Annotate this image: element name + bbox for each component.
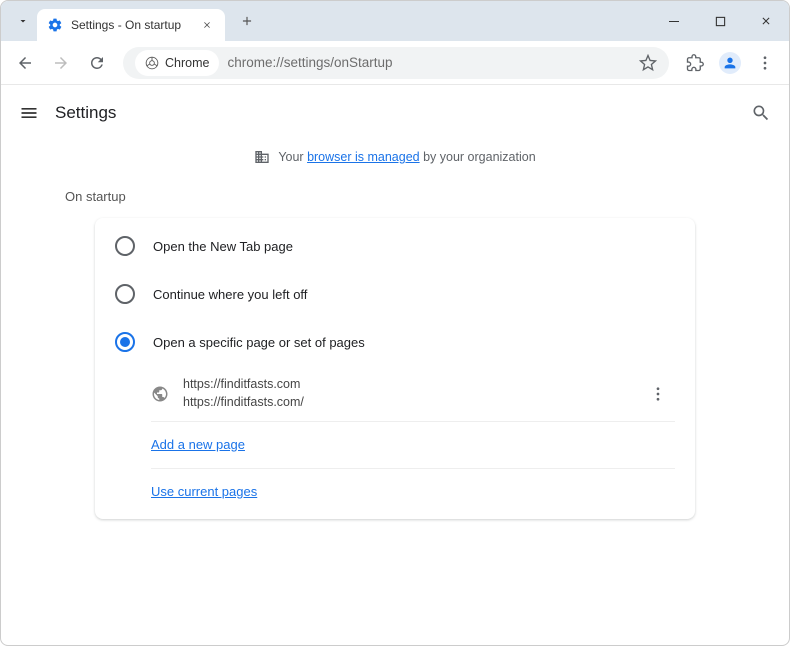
- reload-button[interactable]: [81, 47, 113, 79]
- menu-button[interactable]: [749, 47, 781, 79]
- radio-button[interactable]: [115, 236, 135, 256]
- page-url-text: https://finditfasts.com/: [183, 394, 627, 412]
- tab-title: Settings - On startup: [71, 18, 191, 32]
- radio-label: Open the New Tab page: [153, 239, 293, 254]
- address-bar[interactable]: Chrome chrome://settings/onStartup: [123, 47, 669, 79]
- add-page-link[interactable]: Add a new page: [151, 437, 245, 452]
- extensions-icon: [686, 54, 704, 72]
- chip-label: Chrome: [165, 56, 209, 70]
- search-button[interactable]: [751, 103, 771, 123]
- window-controls: [651, 1, 789, 41]
- startup-page-row: https://finditfasts.com https://finditfa…: [151, 366, 675, 422]
- add-page-row: Add a new page: [151, 422, 675, 469]
- plus-icon: [240, 14, 254, 28]
- browser-tab[interactable]: Settings - On startup: [37, 9, 225, 41]
- forward-button[interactable]: [45, 47, 77, 79]
- startup-pages-list: https://finditfasts.com https://finditfa…: [95, 366, 695, 515]
- minimize-icon: [668, 15, 680, 27]
- close-window-button[interactable]: [743, 1, 789, 41]
- radio-label: Continue where you left off: [153, 287, 307, 302]
- profile-button[interactable]: [715, 48, 745, 78]
- radio-specific-pages[interactable]: Open a specific page or set of pages: [95, 318, 695, 366]
- page-more-button[interactable]: [641, 377, 675, 411]
- star-icon: [639, 54, 657, 72]
- back-button[interactable]: [9, 47, 41, 79]
- settings-appbar: Settings: [1, 85, 789, 141]
- arrow-right-icon: [52, 54, 70, 72]
- radio-new-tab[interactable]: Open the New Tab page: [95, 222, 695, 270]
- close-icon: [760, 15, 772, 27]
- tab-search-dropdown[interactable]: [9, 7, 37, 35]
- radio-button[interactable]: [115, 332, 135, 352]
- titlebar: Settings - On startup: [1, 1, 789, 41]
- site-chip[interactable]: Chrome: [135, 50, 219, 76]
- close-icon[interactable]: [199, 17, 215, 33]
- chrome-icon: [145, 56, 159, 70]
- hamburger-icon: [19, 103, 39, 123]
- browser-toolbar: Chrome chrome://settings/onStartup: [1, 41, 789, 85]
- reload-icon: [88, 54, 106, 72]
- managed-banner: Your browser is managed by your organiza…: [1, 141, 789, 179]
- maximize-button[interactable]: [697, 1, 743, 41]
- use-current-link[interactable]: Use current pages: [151, 484, 257, 499]
- maximize-icon: [715, 16, 726, 27]
- minimize-button[interactable]: [651, 1, 697, 41]
- new-tab-button[interactable]: [233, 7, 261, 35]
- extensions-button[interactable]: [679, 47, 711, 79]
- use-current-row: Use current pages: [151, 469, 675, 515]
- more-vert-icon: [756, 54, 774, 72]
- url-text: chrome://settings/onStartup: [227, 55, 392, 70]
- chevron-down-icon: [17, 15, 29, 27]
- content-area: On startup Open the New Tab page Continu…: [1, 179, 789, 645]
- search-icon: [751, 103, 771, 123]
- globe-icon: [151, 385, 169, 403]
- radio-button[interactable]: [115, 284, 135, 304]
- page-title-text: https://finditfasts.com: [183, 376, 627, 394]
- managed-link[interactable]: browser is managed: [307, 150, 420, 164]
- avatar: [719, 52, 741, 74]
- arrow-left-icon: [16, 54, 34, 72]
- gear-icon: [47, 17, 63, 33]
- section-title: On startup: [65, 189, 739, 204]
- startup-page-body[interactable]: https://finditfasts.com https://finditfa…: [151, 366, 627, 421]
- startup-card: Open the New Tab page Continue where you…: [95, 218, 695, 519]
- radio-label: Open a specific page or set of pages: [153, 335, 365, 350]
- more-vert-icon: [649, 385, 667, 403]
- page-text: https://finditfasts.com https://finditfa…: [183, 376, 627, 411]
- building-icon: [254, 149, 270, 165]
- managed-text: Your browser is managed by your organiza…: [278, 150, 535, 164]
- radio-continue[interactable]: Continue where you left off: [95, 270, 695, 318]
- bookmark-button[interactable]: [639, 54, 657, 72]
- person-icon: [722, 55, 738, 71]
- menu-toggle[interactable]: [19, 103, 39, 123]
- page-title: Settings: [55, 103, 116, 123]
